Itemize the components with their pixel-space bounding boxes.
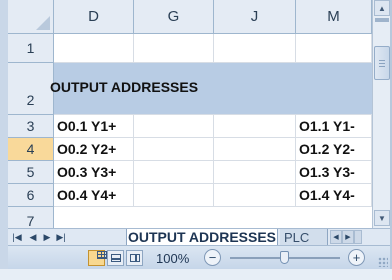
cell-d3[interactable]: O0.1 Y1+ — [54, 115, 134, 138]
zoom-slider-knob[interactable] — [280, 251, 289, 264]
tab-plc[interactable]: PLC — [280, 229, 328, 246]
page-break-icon — [129, 254, 140, 262]
worksheet-grid[interactable]: D G J M 1 2 3 4 5 6 7 O0.1 Y1+ O1.1 Y1- … — [8, 0, 372, 228]
cell-g3[interactable] — [134, 115, 214, 138]
resize-grip-icon[interactable] — [378, 257, 388, 267]
zoom-in-button[interactable]: + — [348, 249, 365, 266]
tab-split-handle[interactable] — [354, 230, 362, 244]
column-header-d[interactable]: D — [54, 0, 134, 34]
cell-j5[interactable] — [214, 161, 296, 184]
zoom-slider[interactable] — [230, 251, 340, 264]
row-header-5[interactable]: 5 — [8, 161, 54, 184]
column-header-m[interactable]: M — [296, 0, 372, 34]
cell-j4[interactable] — [214, 138, 296, 161]
cell-g6[interactable] — [134, 184, 214, 207]
column-header-g[interactable]: G — [134, 0, 214, 34]
cell-d4[interactable]: O0.2 Y2+ — [54, 138, 134, 161]
previous-sheet-icon[interactable]: ◀ — [26, 230, 40, 244]
row-header-7[interactable]: 7 — [8, 207, 54, 228]
row-header-2[interactable]: 2 — [8, 63, 54, 115]
zoom-level[interactable]: 100% — [156, 251, 189, 266]
cell-d5[interactable]: O0.3 Y3+ — [54, 161, 134, 184]
sheet-tab-bar: |◀ ◀ ▶ ▶| OUTPUT ADDRESSES PLC ◀ ▶ — [8, 228, 390, 246]
row-header-6[interactable]: 6 — [8, 184, 54, 207]
vertical-scrollbar[interactable]: ▲ ▼ — [372, 0, 390, 228]
tab-output-addresses[interactable]: OUTPUT ADDRESSES — [126, 229, 278, 246]
cell-m1[interactable] — [296, 34, 372, 63]
scroll-up-arrow-icon[interactable]: ▲ — [374, 0, 390, 16]
split-handle[interactable] — [375, 18, 389, 22]
tab-scroll-right-icon[interactable]: ▶ — [342, 230, 354, 244]
cell-d2-output-addresses: OUTPUT ADDRESSES — [50, 79, 199, 95]
cell-m6[interactable]: O1.4 Y4- — [296, 184, 372, 207]
last-sheet-icon[interactable]: ▶| — [54, 230, 68, 244]
cell-d6[interactable]: O0.4 Y4+ — [54, 184, 134, 207]
vertical-scroll-thumb[interactable] — [374, 46, 390, 80]
normal-view-button[interactable] — [88, 250, 107, 266]
cell-j3[interactable] — [214, 115, 296, 138]
cell-g5[interactable] — [134, 161, 214, 184]
select-all-corner[interactable] — [8, 0, 54, 34]
page-break-view-button[interactable] — [126, 250, 143, 266]
status-bar: 100% − + — [8, 245, 390, 269]
cell-m5[interactable]: O1.3 Y3- — [296, 161, 372, 184]
column-header-j[interactable]: J — [214, 0, 296, 34]
cell-j6[interactable] — [214, 184, 296, 207]
tab-scroll-left-icon[interactable]: ◀ — [330, 230, 342, 244]
row-header-1[interactable]: 1 — [8, 34, 54, 63]
normal-view-icon — [97, 251, 107, 259]
zoom-out-button[interactable]: − — [204, 249, 221, 266]
cell-j1[interactable] — [214, 34, 296, 63]
row-header-3[interactable]: 3 — [8, 115, 54, 138]
cell-g1[interactable] — [134, 34, 214, 63]
window-bottom-edge — [0, 269, 392, 280]
cell-d1[interactable] — [54, 34, 134, 63]
cell-m4[interactable]: O1.2 Y2- — [296, 138, 372, 161]
scroll-down-arrow-icon[interactable]: ▼ — [374, 210, 390, 226]
next-sheet-icon[interactable]: ▶ — [40, 230, 54, 244]
cell-g4[interactable] — [134, 138, 214, 161]
page-layout-icon — [110, 254, 121, 262]
first-sheet-icon[interactable]: |◀ — [10, 230, 24, 244]
cell-m3[interactable]: O1.1 Y1- — [296, 115, 372, 138]
row-header-4[interactable]: 4 — [8, 138, 54, 161]
page-layout-view-button[interactable] — [107, 250, 124, 266]
